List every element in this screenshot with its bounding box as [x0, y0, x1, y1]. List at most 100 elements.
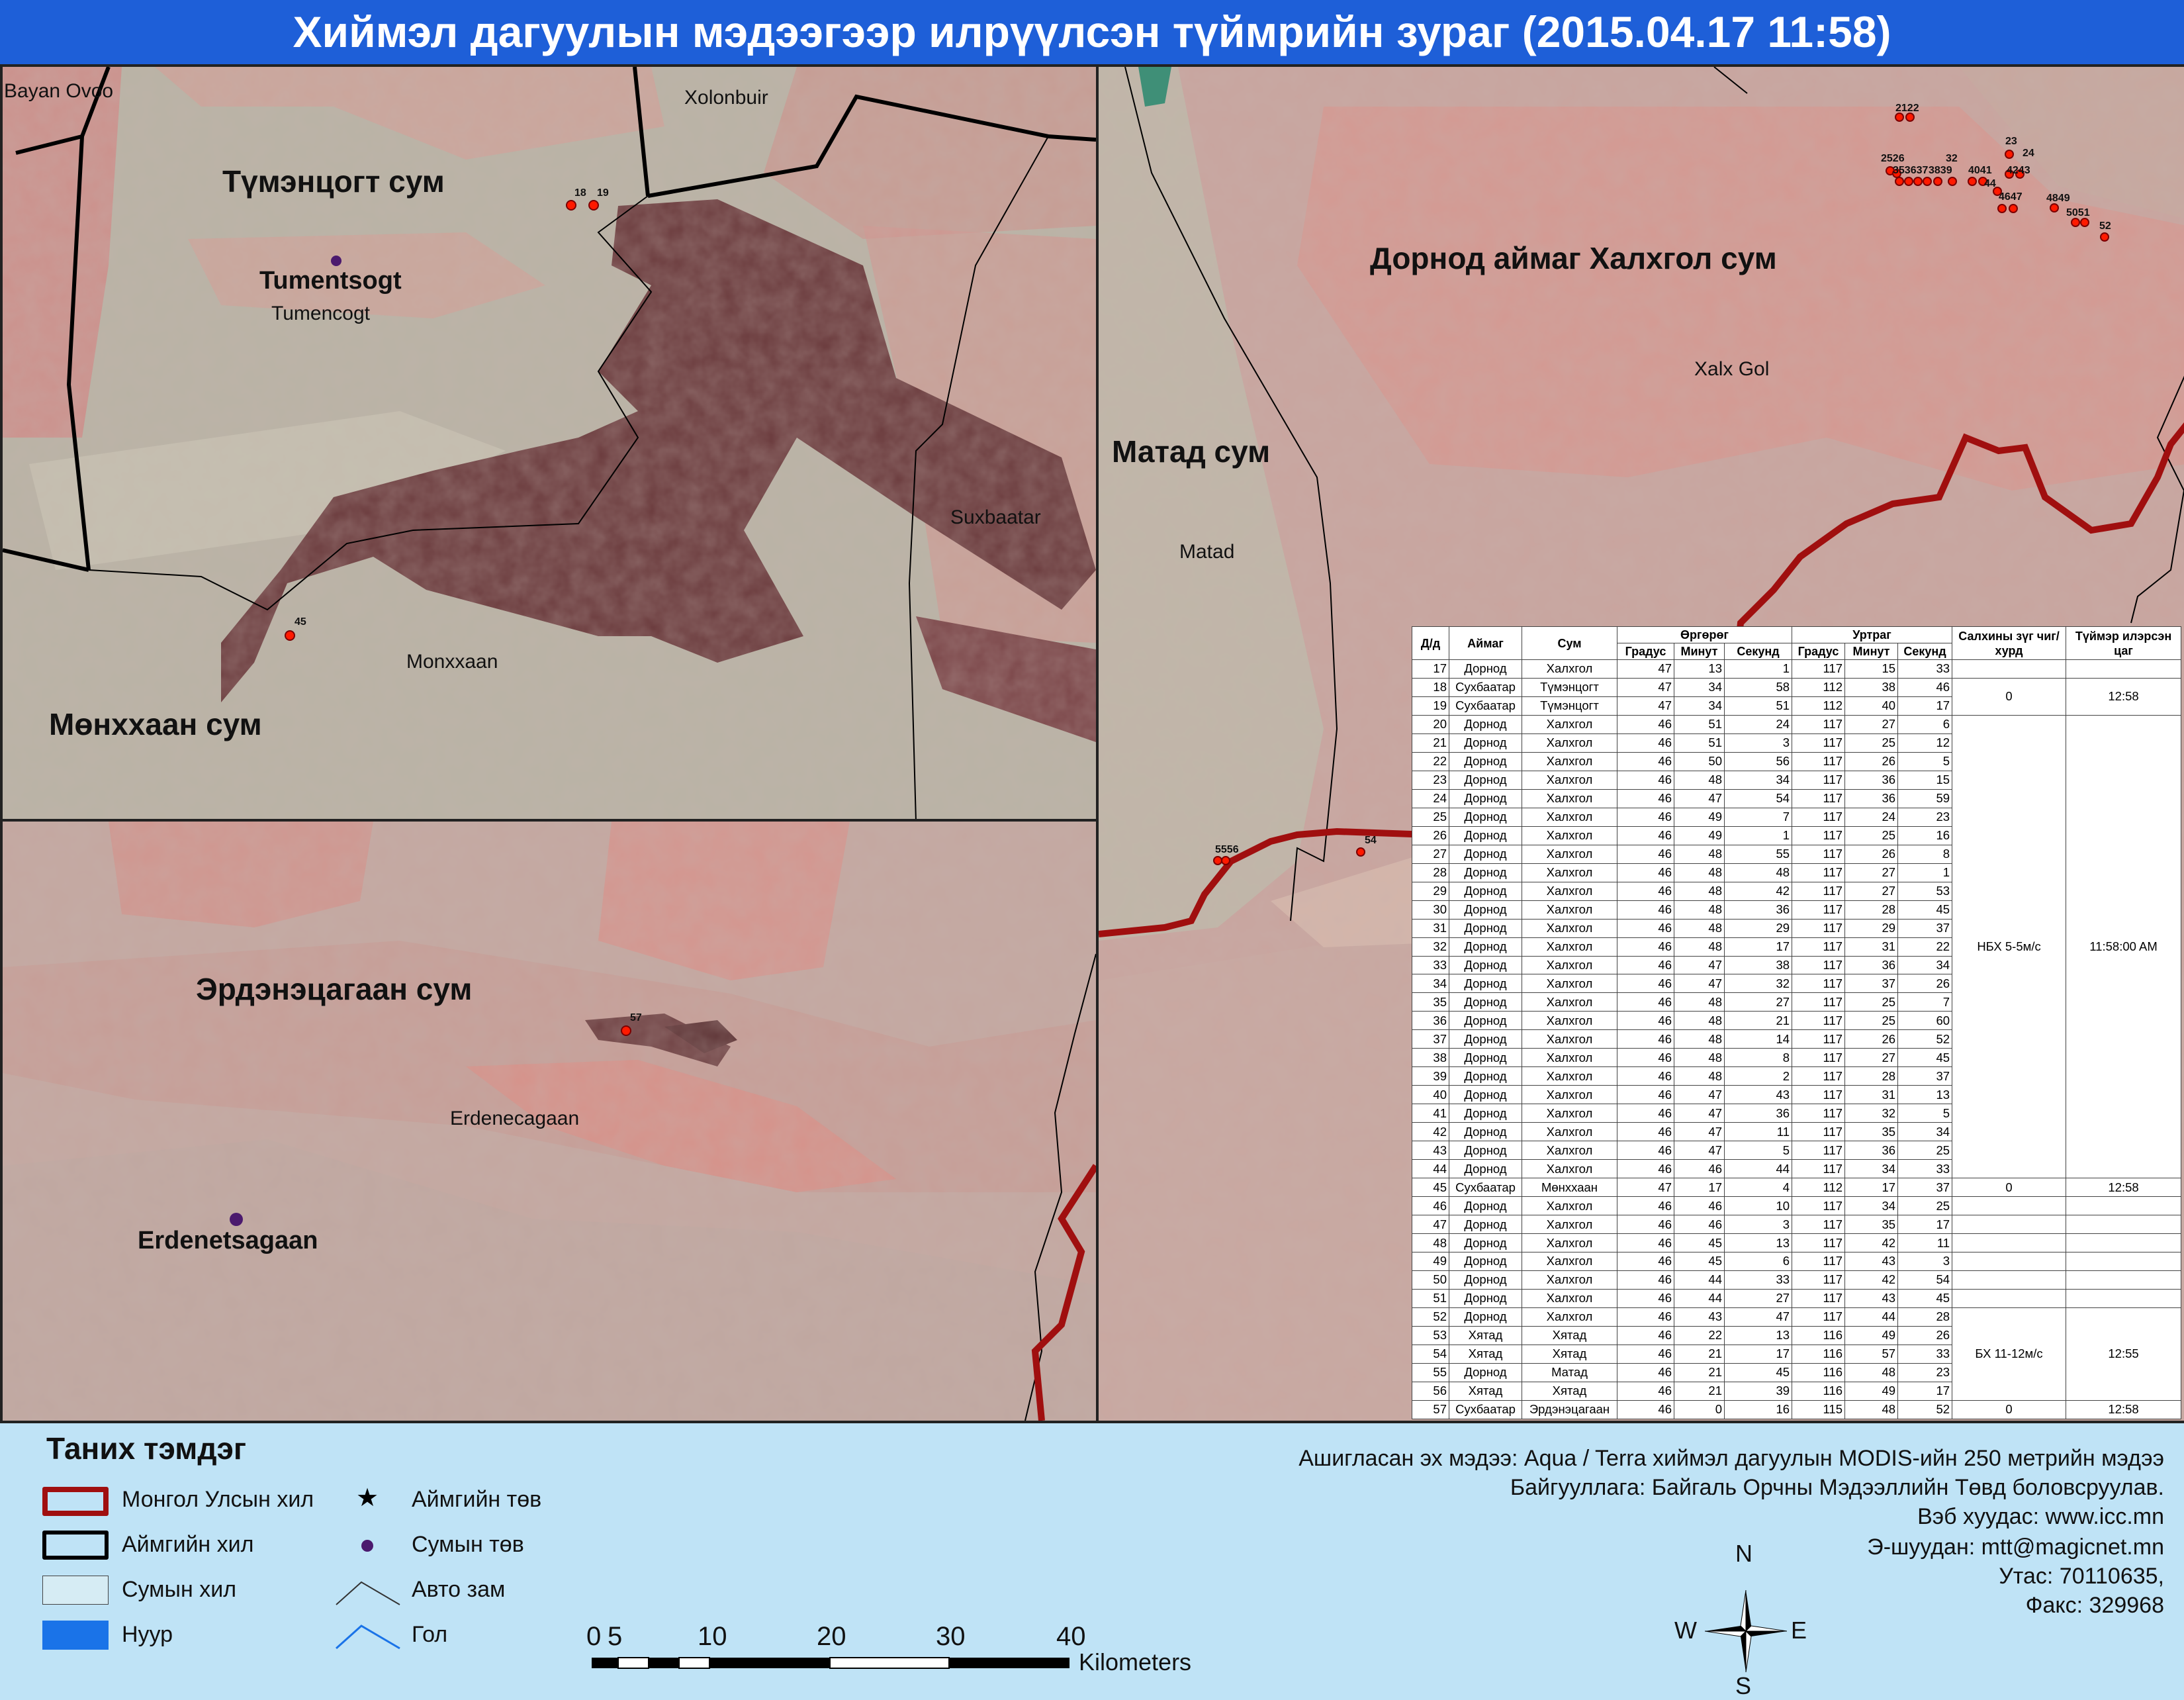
table-cell: Дорнод: [1449, 1122, 1522, 1142]
fire-point[interactable]: [1913, 177, 1923, 186]
fire-point[interactable]: [2009, 204, 2018, 213]
table-cell: 47: [1674, 1104, 1725, 1123]
table-cell: 48: [1674, 918, 1725, 938]
table-cell: 18: [1412, 677, 1449, 697]
table-cell: 46: [1617, 1215, 1674, 1235]
table-cell: Дорнод: [1449, 751, 1522, 771]
place-label: Erdenecagaan: [450, 1108, 580, 1129]
table-row: 50 Дорнод Халхгол 46 44 33 117 42 54: [1412, 1270, 2182, 1290]
table-cell: Халхгол: [1522, 1233, 1617, 1252]
table-cell: 15: [1844, 659, 1899, 679]
table-cell: 17: [1723, 937, 1793, 957]
legend-title: Таних тэмдэг: [46, 1431, 247, 1466]
table-cell: 47: [1412, 1215, 1449, 1235]
compass-n: N: [1735, 1540, 1752, 1567]
fire-point[interactable]: [2080, 218, 2089, 227]
table-cell: 34: [1897, 1122, 1953, 1142]
col-header-wind: Салхины зүг чиг/хурд: [1952, 626, 2067, 660]
table-cell: Халхгол: [1522, 807, 1617, 827]
table-cell: 46: [1617, 844, 1674, 864]
table-cell: Халхгол: [1522, 881, 1617, 901]
table-cell: Дорнод: [1449, 918, 1522, 938]
table-cell: 39: [1723, 1381, 1793, 1401]
table-cell: Дорнод: [1449, 974, 1522, 994]
table-cell: 117: [1792, 751, 1846, 771]
table-cell: 21: [1723, 1011, 1793, 1031]
table-cell: 6: [1723, 1252, 1793, 1271]
col-header-dd: Д/д: [1412, 626, 1449, 660]
table-cell: 1: [1723, 659, 1793, 679]
fire-table-body: 17 Дорнод Халхгол 47 13 1 117 15 33 18 Сухбаатар Тү…: [1412, 659, 2182, 1420]
table-cell: 22: [1412, 751, 1449, 771]
fire-point[interactable]: [1895, 177, 1904, 186]
table-cell: 46: [1617, 1196, 1674, 1216]
table-cell: Халхгол: [1522, 974, 1617, 994]
col-header-lat-sec: Секунд: [1723, 643, 1793, 660]
table-cell: 1: [1723, 826, 1793, 845]
table-cell: 46: [1617, 974, 1674, 994]
table-cell: 10: [1723, 1196, 1793, 1216]
fire-point[interactable]: [1933, 177, 1942, 186]
fire-point[interactable]: [1948, 177, 1957, 186]
table-cell: 25: [1412, 807, 1449, 827]
fire-number: 4849: [2046, 193, 2070, 204]
table-cell: Дорнод: [1449, 1104, 1522, 1123]
fire-point[interactable]: [1221, 856, 1230, 865]
credit-source: Ашигласан эх мэдээ: Aqua / Terra хиймэл …: [1298, 1446, 2164, 1471]
table-cell: Хятад: [1449, 1325, 1522, 1345]
sum-center-tumentsogt[interactable]: [331, 256, 341, 266]
table-cell-empty: [1952, 1288, 2067, 1308]
fire-point[interactable]: [1997, 204, 2007, 213]
table-cell: 47: [1674, 788, 1725, 808]
table-cell: 46: [1617, 1325, 1674, 1345]
table-cell-empty: [1952, 1196, 2067, 1216]
table-cell: Дорнод: [1449, 770, 1522, 790]
map-panel-tumentsogt[interactable]: Bayan Ovoo Xolonbuir Түмэнцогт сум Tumen…: [0, 64, 1099, 824]
legend-item-lake: Нуур: [122, 1622, 173, 1647]
table-cell: 43: [1412, 1141, 1449, 1160]
table-cell: 33: [1897, 1344, 1953, 1364]
table-cell: Дорнод: [1449, 844, 1522, 864]
table-cell: 12: [1897, 733, 1953, 753]
col-header-lon-sec: Секунд: [1897, 643, 1953, 660]
fire-point[interactable]: [1923, 177, 1932, 186]
fire-point[interactable]: [1213, 856, 1222, 865]
table-cell: 46: [1617, 714, 1674, 734]
table-cell: 52: [1412, 1307, 1449, 1327]
fire-point[interactable]: [1904, 177, 1913, 186]
table-cell: 23: [1412, 770, 1449, 790]
fire-point[interactable]: [1356, 847, 1365, 857]
col-header-latitude: Өргөрөг: [1616, 626, 1793, 643]
table-cell: 45: [1412, 1178, 1449, 1198]
table-cell: 52: [1897, 1029, 1953, 1049]
table-cell: 46: [1617, 770, 1674, 790]
fire-point[interactable]: [2050, 203, 2059, 212]
fire-point[interactable]: [588, 200, 599, 211]
fire-point[interactable]: [2071, 218, 2080, 227]
credit-phone: Утас: 70110635,: [1999, 1564, 2164, 1589]
place-label: Xolonbuir: [684, 87, 768, 109]
table-cell: 56: [1723, 751, 1793, 771]
table-cell-empty: [2066, 659, 2182, 679]
table-cell: 54: [1723, 788, 1793, 808]
fire-number: 54: [1365, 835, 1377, 846]
fire-point[interactable]: [2100, 232, 2109, 242]
table-cell: 23: [1897, 807, 1953, 827]
table-cell: 117: [1792, 955, 1846, 975]
table-cell: 35: [1844, 1215, 1899, 1235]
table-cell: 13: [1897, 1085, 1953, 1105]
table-cell: Халхгол: [1522, 918, 1617, 938]
fire-point[interactable]: [1968, 177, 1977, 186]
fire-point[interactable]: [566, 200, 576, 211]
sum-center-erdenetsagaan[interactable]: [230, 1213, 243, 1226]
fire-point[interactable]: [2005, 150, 2014, 159]
table-cell: 48: [1674, 1066, 1725, 1086]
map-panel-erdenetsagaan[interactable]: Эрдэнэцагаан сум Erdenecagaan Erdenetsag…: [0, 819, 1099, 1423]
table-cell: 115: [1792, 1399, 1846, 1420]
fire-point[interactable]: [621, 1025, 631, 1036]
table-cell: 46: [1617, 1029, 1674, 1049]
table-cell-time: 12:58: [2066, 1178, 2182, 1198]
fire-point[interactable]: [285, 630, 295, 641]
table-cell: 46: [1617, 1362, 1674, 1382]
sum-label: Эрдэнэцагаан сум: [196, 972, 473, 1006]
